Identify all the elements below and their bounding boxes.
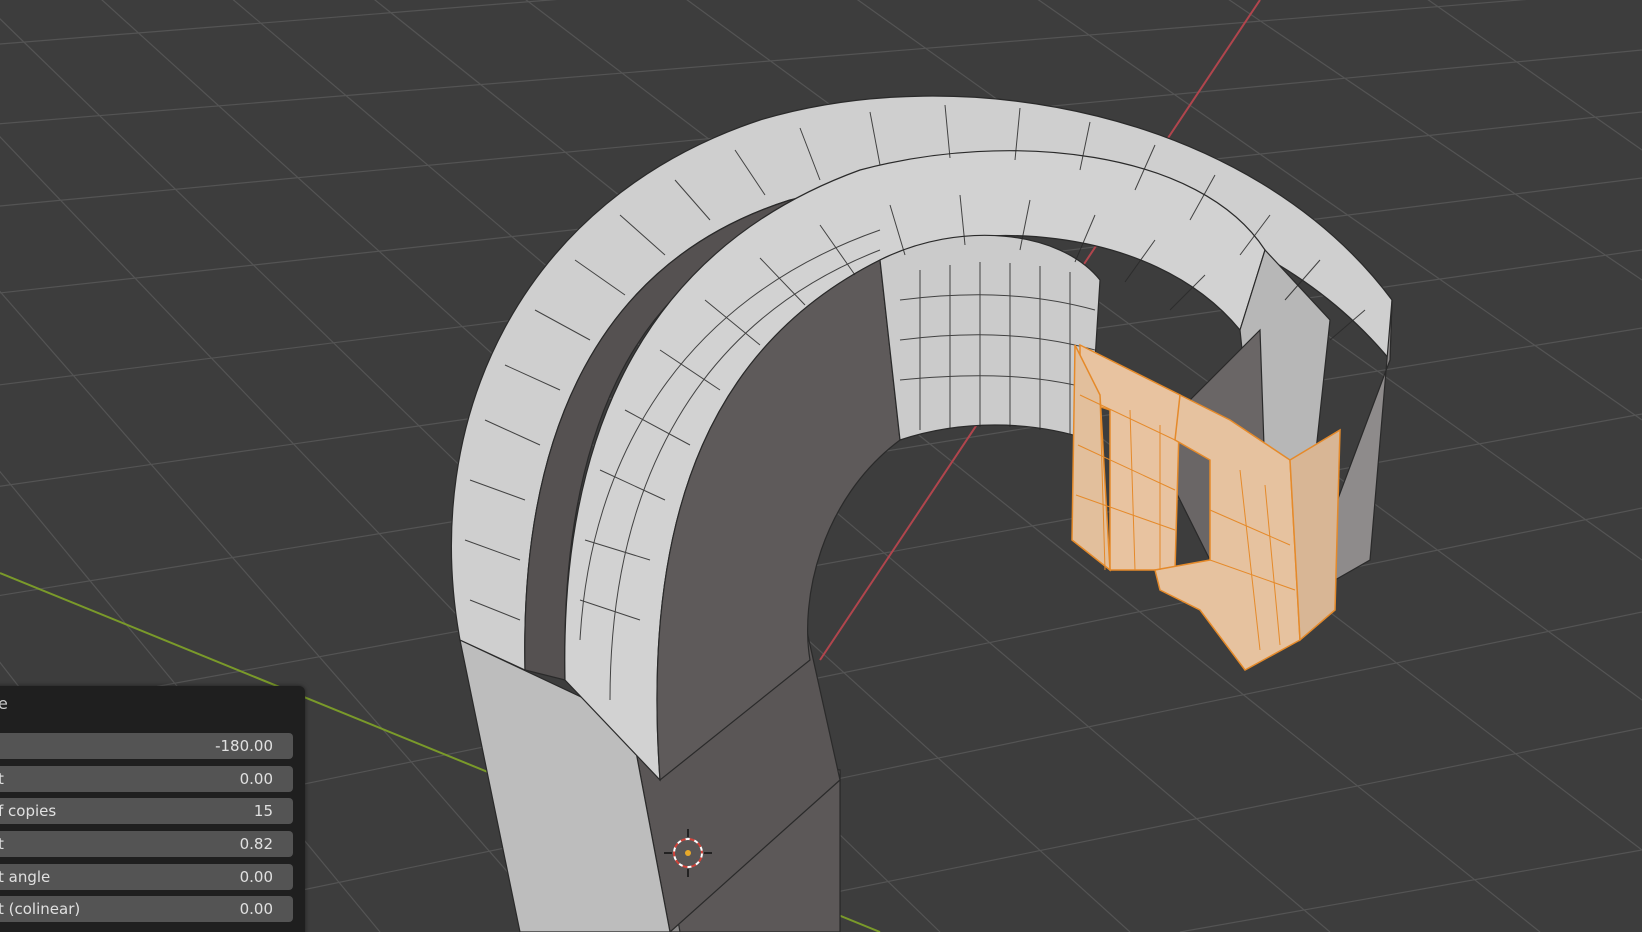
offset-field[interactable]: t 0.00 bbox=[0, 766, 293, 792]
field-value: 0.00 bbox=[239, 900, 273, 918]
angle-field[interactable]: -180.00 bbox=[0, 733, 293, 759]
field-value: 0.82 bbox=[239, 835, 273, 853]
field-label: t angle bbox=[0, 868, 51, 886]
field-label: f copies bbox=[0, 802, 57, 820]
number-of-copies-field[interactable]: f copies 15 bbox=[0, 798, 293, 824]
operator-redo-panel[interactable]: e -180.00 t 0.00 f copies 15 t 0.82 t an… bbox=[0, 686, 305, 932]
field-value: 0.00 bbox=[239, 868, 273, 886]
height-field[interactable]: t 0.82 bbox=[0, 831, 293, 857]
field-value: 0.00 bbox=[239, 770, 273, 788]
field-label: t bbox=[0, 835, 4, 853]
panel-title[interactable]: e bbox=[0, 694, 8, 713]
offset-angle-field[interactable]: t angle 0.00 bbox=[0, 864, 293, 890]
field-label: t (colinear) bbox=[0, 900, 81, 918]
offset-colinear-field[interactable]: t (colinear) 0.00 bbox=[0, 896, 293, 922]
field-label: t bbox=[0, 770, 4, 788]
field-value: -180.00 bbox=[215, 737, 273, 755]
3d-viewport[interactable]: e -180.00 t 0.00 f copies 15 t 0.82 t an… bbox=[0, 0, 1642, 932]
field-value: 15 bbox=[253, 802, 273, 820]
